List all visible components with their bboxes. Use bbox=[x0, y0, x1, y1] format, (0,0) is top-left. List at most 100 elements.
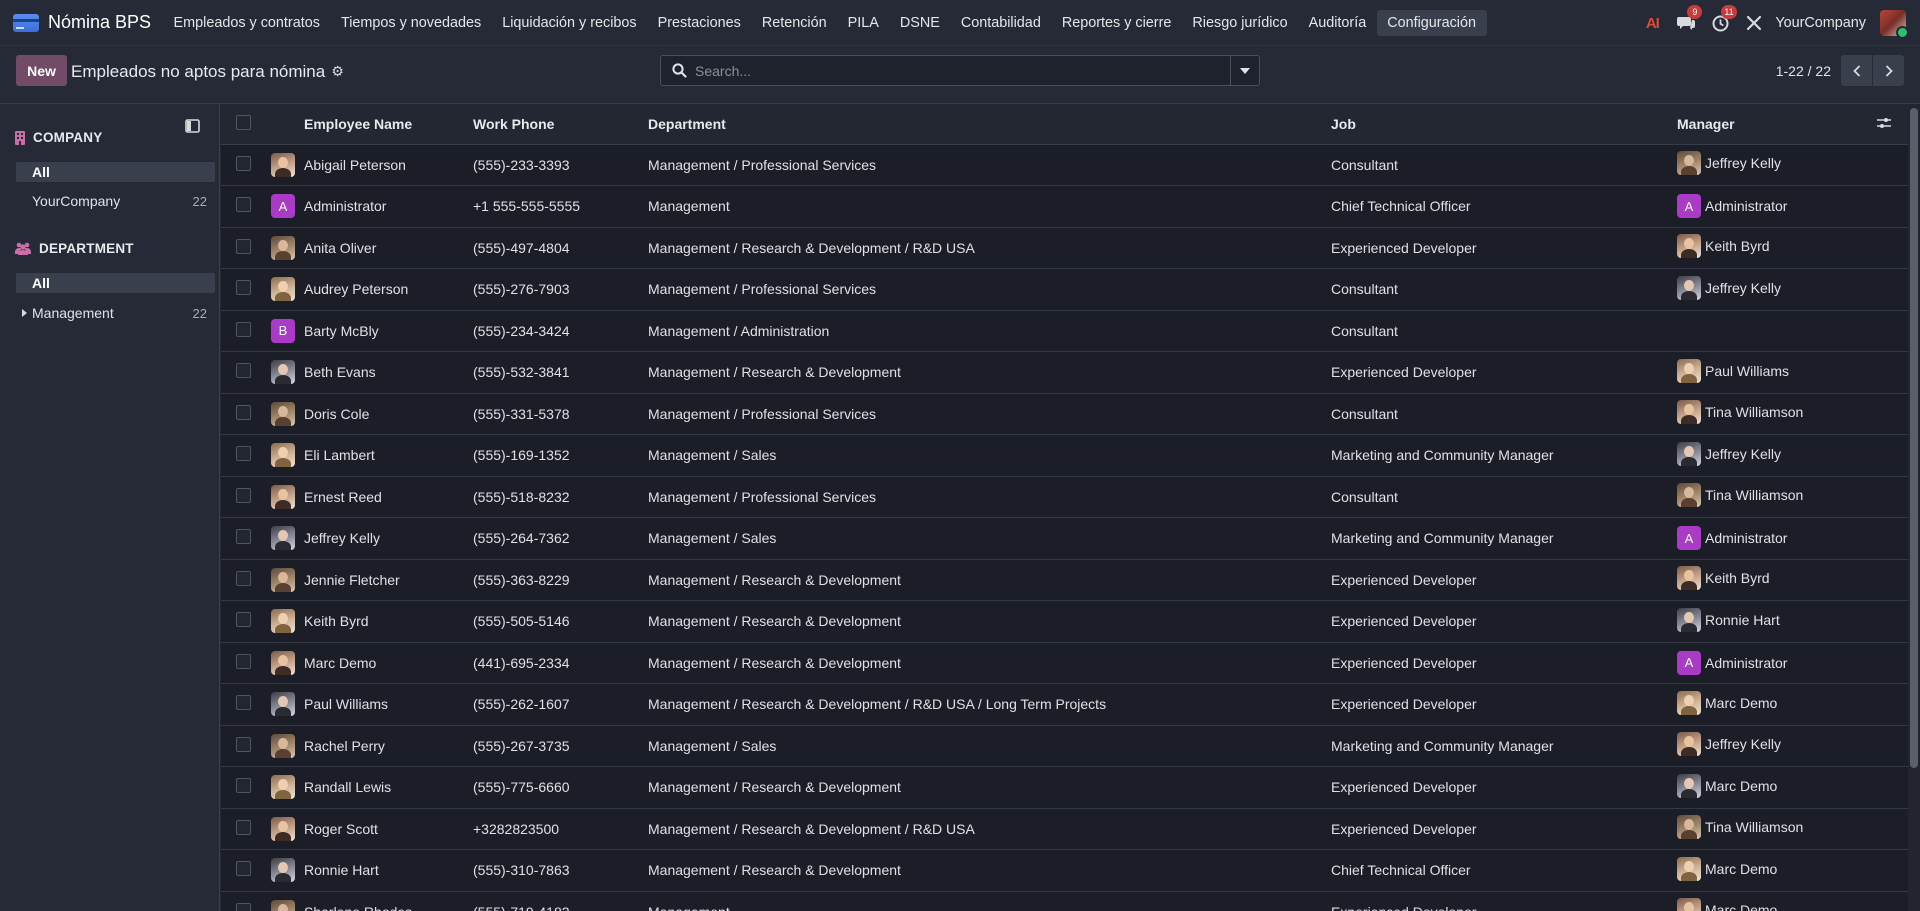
manager-chip[interactable]: Keith Byrd bbox=[1677, 234, 1770, 259]
user-avatar[interactable] bbox=[1880, 10, 1909, 39]
row-checkbox[interactable] bbox=[236, 778, 251, 794]
column-header-manager[interactable]: Manager bbox=[1677, 104, 1877, 145]
pager-next-button[interactable] bbox=[1873, 55, 1904, 86]
employee-avatar bbox=[271, 899, 295, 911]
row-checkbox[interactable] bbox=[236, 819, 251, 835]
ai-icon[interactable]: AI bbox=[1641, 12, 1663, 34]
table-row[interactable]: Sharlene Rhodes(555)-719-4182ManagementE… bbox=[221, 891, 1920, 911]
manager-chip[interactable]: Jeffrey Kelly bbox=[1677, 732, 1781, 757]
manager-chip[interactable]: Paul Williams bbox=[1677, 358, 1789, 383]
table-row[interactable]: Beth Evans (555)-532-3841 Management / Res… bbox=[221, 352, 1920, 393]
manager-chip[interactable]: Marc Demo bbox=[1677, 856, 1777, 881]
manager-chip[interactable]: Marc Demo bbox=[1677, 773, 1777, 798]
menu-item-contabilidad[interactable]: Contabilidad bbox=[950, 10, 1051, 36]
table-row[interactable]: Randall Lewis (555)-775-6660 Management / … bbox=[221, 767, 1920, 808]
table-row[interactable]: Anita Oliver (555)-497-4804 Management / R… bbox=[221, 227, 1920, 269]
tools-icon[interactable] bbox=[1743, 12, 1765, 34]
table-row[interactable]: Doris Cole (555)-331-5378 Management / Pro… bbox=[221, 393, 1920, 435]
column-header-job[interactable]: Job bbox=[1331, 104, 1677, 145]
row-checkbox[interactable] bbox=[236, 487, 251, 503]
table-row[interactable]: Ernest Reed (555)-518-8232 Management / Pr… bbox=[221, 476, 1920, 518]
manager-chip[interactable]: Tina Williamson bbox=[1677, 483, 1803, 508]
pager-previous-button[interactable] bbox=[1841, 55, 1872, 86]
row-checkbox[interactable] bbox=[236, 363, 251, 379]
row-checkbox[interactable] bbox=[236, 155, 251, 171]
sidebar-item-company-all[interactable]: All bbox=[16, 162, 215, 182]
menu-item-reportes[interactable]: Reportes y cierre bbox=[1051, 10, 1182, 36]
app-brand[interactable]: Nómina BPS bbox=[0, 0, 163, 46]
manager-chip[interactable]: Tina Williamson bbox=[1677, 400, 1803, 425]
menu-item-tiempos[interactable]: Tiempos y novedades bbox=[330, 10, 491, 36]
row-checkbox[interactable] bbox=[236, 529, 251, 545]
table-row[interactable]: A Administrator +1 555-555-5555 Management C… bbox=[221, 186, 1920, 227]
row-checkbox[interactable] bbox=[236, 238, 251, 254]
manager-chip[interactable]: Tina Williamson bbox=[1677, 815, 1803, 840]
table-row[interactable]: Jeffrey Kelly (555)-264-7362 Management / … bbox=[221, 518, 1920, 559]
sliders-icon[interactable] bbox=[1877, 117, 1891, 129]
row-checkbox[interactable] bbox=[236, 902, 251, 911]
row-checkbox[interactable] bbox=[236, 321, 251, 337]
table-row[interactable]: Eli Lambert (555)-169-1352 Management / Sa… bbox=[221, 435, 1920, 476]
manager-chip[interactable]: A Administrator bbox=[1677, 650, 1787, 675]
clock-icon[interactable]: 11 bbox=[1709, 5, 1737, 34]
manager-avatar bbox=[1677, 151, 1701, 176]
manager-chip[interactable]: Keith Byrd bbox=[1677, 566, 1770, 591]
menu-item-auditoria[interactable]: Auditoría bbox=[1298, 10, 1377, 36]
row-checkbox[interactable] bbox=[236, 612, 251, 628]
table-row[interactable]: Jennie Fletcher (555)-363-8229 Management … bbox=[221, 559, 1920, 601]
search-options-toggle[interactable] bbox=[1230, 56, 1259, 85]
manager-chip[interactable]: Jeffrey Kelly bbox=[1677, 275, 1781, 300]
list-scrollbar[interactable] bbox=[1908, 104, 1920, 911]
row-checkbox[interactable] bbox=[236, 446, 251, 462]
select-all-checkbox[interactable] bbox=[236, 114, 251, 130]
table-row[interactable]: Abigail Peterson (555)-233-3393 Management… bbox=[221, 144, 1920, 186]
menu-item-retencion[interactable]: Retención bbox=[751, 10, 837, 36]
menu-item-configuracion[interactable]: Configuración bbox=[1376, 9, 1487, 36]
new-button[interactable]: New bbox=[16, 55, 67, 86]
row-checkbox[interactable] bbox=[236, 570, 251, 586]
company-switcher[interactable]: YourCompany bbox=[1775, 15, 1866, 31]
sidebar-item-department-management[interactable]: Management 22 bbox=[16, 303, 215, 323]
table-row[interactable]: Paul Williams (555)-262-1607 Management / … bbox=[221, 684, 1920, 725]
table-row[interactable]: Rachel Perry (555)-267-3735 Management / S… bbox=[221, 725, 1920, 767]
employee-avatar bbox=[271, 775, 295, 800]
table-row[interactable]: Audrey Peterson (555)-276-7903 Management … bbox=[221, 269, 1920, 310]
scrollbar-thumb[interactable] bbox=[1910, 108, 1918, 768]
manager-chip[interactable]: Jeffrey Kelly bbox=[1677, 151, 1781, 176]
table-row[interactable]: B Barty McBly (555)-234-3424 Management / A… bbox=[221, 310, 1920, 352]
menu-item-prestaciones[interactable]: Prestaciones bbox=[647, 10, 751, 36]
gear-icon[interactable]: ⚙ bbox=[331, 63, 344, 80]
menu-item-riesgo[interactable]: Riesgo jurídico bbox=[1182, 10, 1298, 36]
menu-item-pila[interactable]: PILA bbox=[837, 10, 889, 36]
row-checkbox[interactable] bbox=[236, 861, 251, 877]
row-checkbox[interactable] bbox=[236, 197, 251, 213]
caret-right-icon[interactable] bbox=[22, 309, 27, 317]
table-row[interactable]: Roger Scott +3282823500 Management / Resea… bbox=[221, 808, 1920, 850]
search-input[interactable] bbox=[695, 56, 1230, 85]
row-checkbox[interactable] bbox=[236, 404, 251, 420]
table-row[interactable]: Keith Byrd (555)-505-5146 Management / Res… bbox=[221, 601, 1920, 642]
menu-item-dsne[interactable]: DSNE bbox=[889, 10, 950, 36]
manager-chip[interactable]: Jeffrey Kelly bbox=[1677, 441, 1781, 466]
row-checkbox[interactable] bbox=[236, 280, 251, 296]
row-checkbox[interactable] bbox=[236, 736, 251, 752]
row-checkbox[interactable] bbox=[236, 653, 251, 669]
sidebar-item-company-yourcompany[interactable]: YourCompany 22 bbox=[16, 191, 215, 211]
menu-item-empleados[interactable]: Empleados y contratos bbox=[163, 10, 330, 36]
manager-chip[interactable]: A Administrator bbox=[1677, 194, 1787, 219]
menu-item-liquidacion[interactable]: Liquidación y recibos bbox=[492, 10, 647, 36]
pager-value[interactable]: 1-22 / 22 bbox=[1776, 63, 1831, 79]
column-header-employee-name[interactable]: Employee Name bbox=[304, 104, 473, 145]
manager-chip[interactable]: Marc Demo bbox=[1677, 690, 1777, 715]
sidebar-item-department-all[interactable]: All bbox=[16, 273, 215, 293]
table-row[interactable]: Ronnie Hart (555)-310-7863 Management / Re… bbox=[221, 850, 1920, 891]
chat-icon[interactable]: 9 bbox=[1675, 5, 1703, 34]
table-row[interactable]: Marc Demo (441)-695-2334 Management / Rese… bbox=[221, 642, 1920, 684]
sidebar-toggle-icon[interactable] bbox=[185, 119, 201, 135]
column-header-work-phone[interactable]: Work Phone bbox=[473, 104, 648, 145]
manager-chip[interactable]: Ronnie Hart bbox=[1677, 607, 1780, 632]
manager-chip[interactable]: Marc Demo bbox=[1677, 898, 1777, 911]
row-checkbox[interactable] bbox=[236, 695, 251, 711]
column-header-department[interactable]: Department bbox=[648, 104, 1331, 145]
manager-chip[interactable]: A Administrator bbox=[1677, 526, 1787, 551]
